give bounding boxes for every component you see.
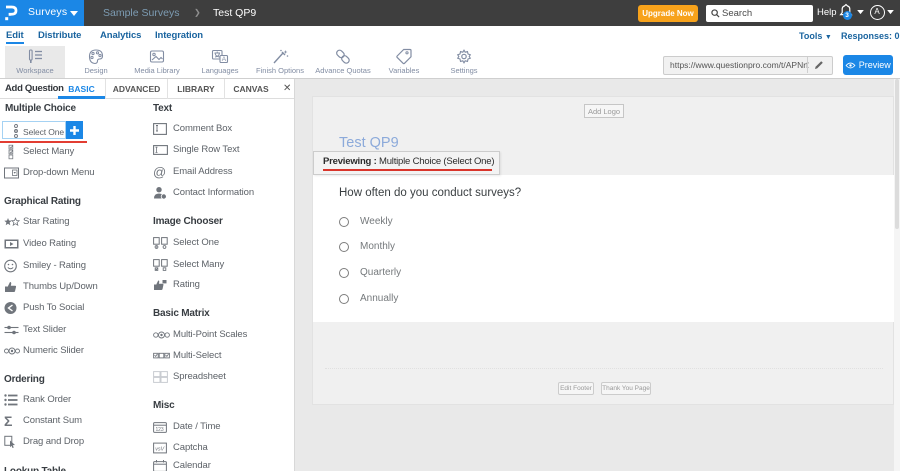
svg-text:123: 123 <box>156 427 164 433</box>
svg-text:@: @ <box>153 165 166 179</box>
svg-text:Σ: Σ <box>4 415 12 428</box>
svg-text:vsV: vsV <box>155 446 165 452</box>
svg-text:A: A <box>222 56 227 63</box>
